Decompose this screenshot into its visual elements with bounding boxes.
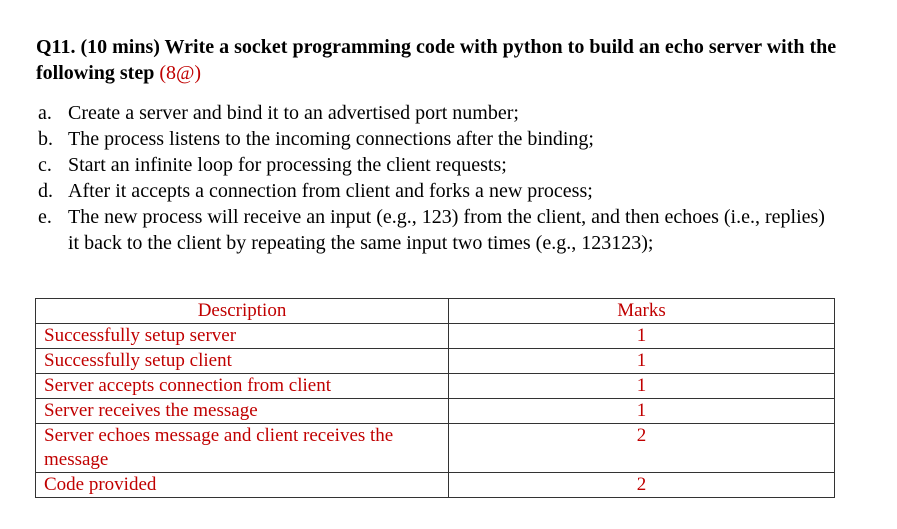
question-title: Q11. (10 mins) Write a socket programmin… bbox=[36, 36, 837, 84]
row-marks: 2 bbox=[448, 472, 835, 498]
row-description: Code provided bbox=[34, 472, 450, 498]
step-item: a. Create a server and bind it to an adv… bbox=[38, 100, 838, 126]
table-row: Code provided 2 bbox=[34, 472, 835, 498]
step-item: b. The process listens to the incoming c… bbox=[38, 126, 838, 152]
table-row: Server echoes message and client receive… bbox=[34, 423, 835, 473]
row-marks: 1 bbox=[448, 323, 835, 349]
step-letter: c. bbox=[38, 154, 52, 176]
step-letter: b. bbox=[38, 128, 53, 150]
table-row: Server accepts connection from client 1 bbox=[34, 373, 835, 399]
step-text: Start an infinite loop for processing th… bbox=[68, 154, 507, 176]
row-description: Server echoes message and client receive… bbox=[34, 423, 450, 473]
description-header: Description bbox=[34, 298, 450, 324]
step-text: After it accepts a connection from clien… bbox=[68, 180, 593, 202]
step-text: The new process will receive an input (e… bbox=[68, 206, 825, 254]
table-row: Server receives the message 1 bbox=[34, 398, 835, 424]
step-letter: d. bbox=[38, 180, 53, 202]
question-heading: Q11. (10 mins) Write a socket programmin… bbox=[36, 34, 866, 86]
step-text: The process listens to the incoming conn… bbox=[68, 128, 594, 150]
steps-list: a. Create a server and bind it to an adv… bbox=[38, 100, 838, 256]
step-item: d. After it accepts a connection from cl… bbox=[38, 178, 838, 204]
step-letter: a. bbox=[38, 102, 52, 124]
table-row: Successfully setup client 1 bbox=[34, 348, 835, 374]
step-text: Create a server and bind it to an advert… bbox=[68, 102, 519, 124]
row-marks: 2 bbox=[448, 423, 835, 473]
row-marks: 1 bbox=[448, 373, 835, 399]
marking-rubric-table: Description Marks Successfully setup ser… bbox=[34, 298, 835, 498]
table-row: Successfully setup server 1 bbox=[34, 323, 835, 349]
row-description: Server accepts connection from client bbox=[34, 373, 450, 399]
row-marks: 1 bbox=[448, 348, 835, 374]
row-description: Successfully setup client bbox=[34, 348, 450, 374]
row-description: Server receives the message bbox=[34, 398, 450, 424]
question-marks: (8@) bbox=[159, 62, 202, 84]
step-item: e. The new process will receive an input… bbox=[38, 204, 838, 256]
marks-header: Marks bbox=[448, 298, 835, 324]
row-description: Successfully setup server bbox=[34, 323, 450, 349]
step-letter: e. bbox=[38, 206, 52, 228]
row-marks: 1 bbox=[448, 398, 835, 424]
table-header-row: Description Marks bbox=[34, 298, 835, 324]
step-item: c. Start an infinite loop for processing… bbox=[38, 152, 838, 178]
